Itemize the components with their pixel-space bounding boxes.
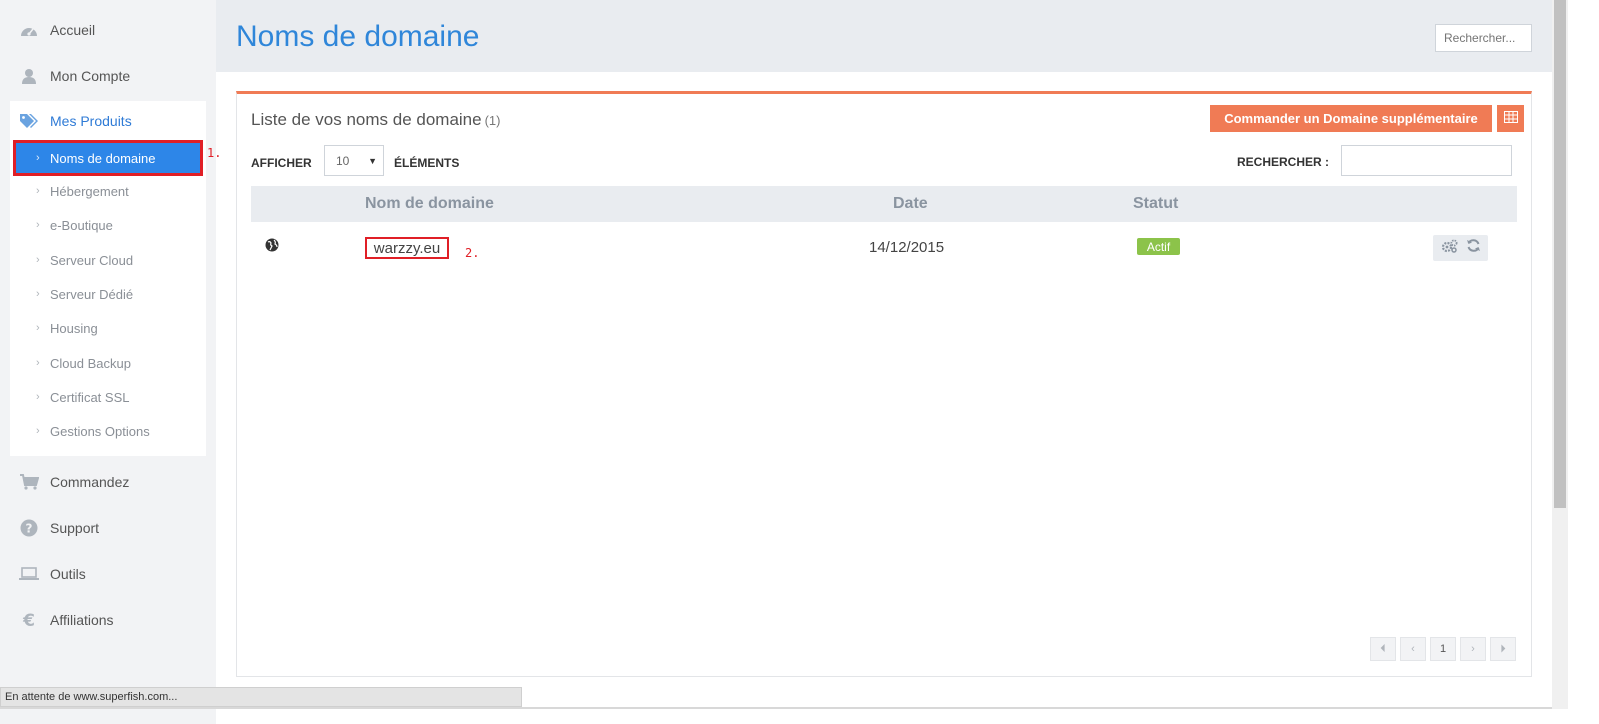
cogs-icon[interactable] xyxy=(1441,239,1459,258)
sidebar-item-cloud-backup[interactable]: › Cloud Backup xyxy=(10,347,206,379)
table-icon xyxy=(1503,111,1518,126)
panel-title: Liste de vos noms de domaine (1) xyxy=(251,110,500,130)
sidebar-item-e-boutique[interactable]: › e-Boutique xyxy=(10,209,206,241)
sidebar-item-hebergement[interactable]: › Hébergement xyxy=(10,175,206,207)
chevron-right-icon: › xyxy=(36,185,40,197)
domains-panel: Liste de vos noms de domaine (1) Commande… xyxy=(236,91,1532,677)
sidebar-item-label: e-Boutique xyxy=(50,217,113,233)
nav-mon-compte[interactable]: Mon Compte xyxy=(0,56,216,96)
table-row: warzzy.eu 14/12/2015 Actif xyxy=(251,222,1517,272)
browser-status-bar: En attente de www.superfish.com... xyxy=(0,687,522,707)
nav-commandez[interactable]: Commandez xyxy=(0,462,216,502)
panel-title-text: Liste de vos noms de domaine xyxy=(251,110,482,129)
column-header-status[interactable]: Statut xyxy=(1133,195,1178,213)
nav-outils-label: Outils xyxy=(50,566,86,582)
table-search-label: RECHERCHER : xyxy=(1237,155,1330,169)
sidebar-item-label: Serveur Dédié xyxy=(50,286,134,302)
nav-accueil-label: Accueil xyxy=(50,22,96,38)
globe-icon xyxy=(265,238,279,257)
sidebar-item-certificat-ssl[interactable]: › Certificat SSL xyxy=(10,381,206,413)
sidebar-item-label: Noms de domaine xyxy=(50,150,156,166)
sidebar-item-label: Cloud Backup xyxy=(50,355,131,371)
sidebar-item-label: Housing xyxy=(50,320,98,336)
dashboard-icon xyxy=(19,20,39,40)
page-title: Noms de domaine xyxy=(236,20,480,53)
euro-icon: € xyxy=(19,610,39,630)
first-page-button[interactable]: ⏴ xyxy=(1370,637,1396,661)
nav-affiliations-label: Affiliations xyxy=(50,612,114,628)
sidebar-item-noms-de-domaine[interactable]: › Noms de domaine xyxy=(13,140,203,176)
chevron-right-icon: › xyxy=(36,425,40,437)
window-bottom-edge xyxy=(0,707,1552,709)
sidebar-item-label: Hébergement xyxy=(50,183,129,199)
nav-mes-produits-label: Mes Produits xyxy=(50,113,132,129)
cart-icon xyxy=(19,472,39,492)
annotation-step-2: 2. xyxy=(465,246,480,260)
domain-date: 14/12/2015 xyxy=(869,239,945,256)
nav-accueil[interactable]: Accueil xyxy=(0,10,216,50)
chevron-right-icon: › xyxy=(36,322,40,334)
nav-mes-produits[interactable]: Mes Produits xyxy=(10,101,206,141)
sidebar-item-serveur-dedie[interactable]: › Serveur Dédié xyxy=(10,278,206,310)
nav-mon-compte-label: Mon Compte xyxy=(50,68,131,84)
domain-name-link[interactable]: warzzy.eu xyxy=(365,237,449,259)
nav-outils[interactable]: Outils xyxy=(0,554,216,594)
nav-support-label: Support xyxy=(50,520,100,536)
products-menu: Mes Produits › Noms de domaine › Héberge… xyxy=(10,101,206,456)
pagination: ⏴ ‹ 1 › ⏵ xyxy=(1370,637,1516,661)
sidebar-item-serveur-cloud[interactable]: › Serveur Cloud xyxy=(10,244,206,276)
chevron-right-icon: › xyxy=(36,391,40,403)
page-size-select[interactable]: 10 ▼ xyxy=(324,145,384,176)
sidebar: Accueil Mon Compte Mes Produits › Noms d… xyxy=(0,0,216,724)
annotation-step-1: 1. xyxy=(207,146,222,160)
svg-text:?: ? xyxy=(26,522,33,536)
sidebar-item-label: Gestions Options xyxy=(50,423,150,439)
next-page-button[interactable]: › xyxy=(1460,637,1486,661)
refresh-icon[interactable] xyxy=(1466,238,1481,258)
table-header: Nom de domaine Date Statut xyxy=(251,186,1517,222)
chevron-right-icon: › xyxy=(36,254,40,266)
current-page-button[interactable]: 1 xyxy=(1430,637,1456,661)
sidebar-item-gestions-options[interactable]: › Gestions Options xyxy=(10,415,206,447)
sidebar-item-label: Serveur Cloud xyxy=(50,252,134,268)
nav-support[interactable]: ? Support xyxy=(0,508,216,548)
chevron-right-icon: › xyxy=(36,219,40,231)
show-label: AFFICHER xyxy=(251,156,312,170)
user-icon xyxy=(19,66,39,86)
question-icon: ? xyxy=(19,518,39,538)
tags-icon xyxy=(19,111,39,131)
nav-commandez-label: Commandez xyxy=(50,474,130,490)
domain-count: (1) xyxy=(484,113,501,128)
svg-text:€: € xyxy=(22,611,35,629)
page-header: Noms de domaine xyxy=(216,0,1552,72)
column-header-date[interactable]: Date xyxy=(893,195,928,213)
last-page-button[interactable]: ⏵ xyxy=(1490,637,1516,661)
column-header-domain[interactable]: Nom de domaine xyxy=(365,195,494,213)
table-view-button[interactable] xyxy=(1497,105,1524,132)
nav-affiliations[interactable]: € Affiliations xyxy=(0,600,216,640)
laptop-icon xyxy=(19,564,39,584)
status-badge: Actif xyxy=(1137,238,1180,255)
header-search-input[interactable] xyxy=(1435,24,1532,52)
sidebar-item-label: Certificat SSL xyxy=(50,389,130,405)
window-edge xyxy=(1568,0,1599,724)
scrollbar-thumb[interactable] xyxy=(1554,0,1566,508)
chevron-right-icon: › xyxy=(36,357,40,369)
sidebar-item-housing[interactable]: › Housing xyxy=(10,312,206,344)
chevron-right-icon: › xyxy=(36,288,40,300)
page-size-value: 10 xyxy=(336,153,350,168)
chevron-right-icon: › xyxy=(36,152,40,164)
table-search-input[interactable] xyxy=(1341,145,1512,176)
elements-label: ÉLÉMENTS xyxy=(394,156,460,170)
caret-down-icon: ▼ xyxy=(368,156,377,166)
row-actions xyxy=(1433,235,1488,261)
previous-page-button[interactable]: ‹ xyxy=(1400,637,1426,661)
order-domain-button[interactable]: Commander un Domaine supplémentaire xyxy=(1210,105,1492,132)
